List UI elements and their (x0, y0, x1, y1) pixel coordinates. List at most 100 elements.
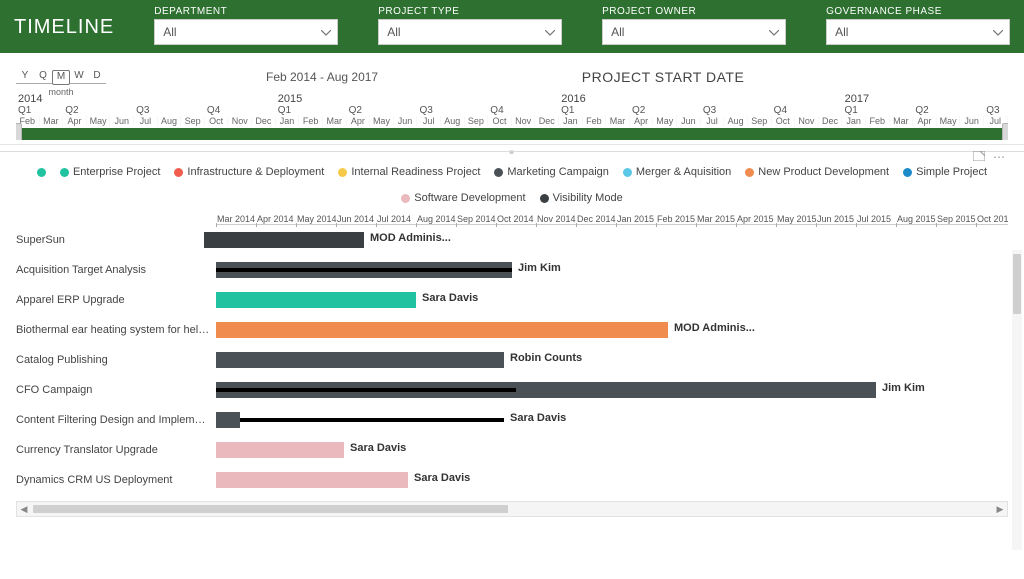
legend-item[interactable]: Software Development (401, 192, 525, 204)
quarter-label: Q4 (488, 105, 559, 116)
gantt-bar-area: MOD Adminis... (216, 315, 1008, 345)
gantt-bar[interactable]: Sara Davis (216, 442, 344, 458)
pane-divider[interactable]: ≡ ⋯ (0, 151, 1024, 152)
gantt-bar-area: Sara Davis (216, 465, 1008, 495)
legend: Enterprise Project Infrastructure & Deplo… (16, 162, 1008, 214)
granularity-option-d[interactable]: D (88, 70, 106, 84)
month-label: May (370, 116, 394, 126)
legend-item[interactable]: Marketing Campaign (494, 166, 609, 178)
granularity-option-w[interactable]: W (70, 70, 88, 84)
project-name: CFO Campaign (16, 384, 216, 396)
month-label: Jun (394, 116, 418, 126)
legend-item[interactable] (37, 166, 46, 178)
gantt-bar-area: Jim Kim (216, 375, 1008, 405)
gantt-row: Content Filtering Design and Implementa.… (16, 405, 1008, 435)
bar-owner-label: MOD Adminis... (674, 322, 755, 334)
legend-swatch (174, 168, 183, 177)
gantt-month-label: Dec 2014 (576, 214, 616, 225)
quarter-label: Q1 (843, 105, 914, 116)
filter-select-department[interactable]: All (154, 19, 338, 45)
bar-owner-label: Robin Counts (510, 352, 582, 364)
legend-item[interactable]: Simple Project (903, 166, 987, 178)
gantt-month-label: May 2014 (296, 214, 336, 225)
gantt-month-label: Sep 2015 (936, 214, 976, 225)
legend-item[interactable]: Infrastructure & Deployment (174, 166, 324, 178)
month-label: Jul (134, 116, 158, 126)
gantt-bar[interactable]: Robin Counts (216, 352, 504, 368)
granularity-picker[interactable]: YQMmonthWD (16, 70, 106, 85)
year-label: 2017 (843, 93, 1008, 105)
filter-select-project-owner[interactable]: All (602, 19, 786, 45)
quarter-label: Q2 (63, 105, 134, 116)
scroll-thumb[interactable] (33, 505, 508, 513)
scroll-left-icon[interactable]: ◀ (17, 504, 31, 515)
chevron-down-icon (769, 25, 779, 39)
scroll-right-icon[interactable]: ▶ (993, 504, 1007, 515)
filter-select-project-type[interactable]: All (378, 19, 562, 45)
bar-owner-label: Sara Davis (414, 472, 470, 484)
legend-swatch (623, 168, 632, 177)
header-bar: TIMELINE DEPARTMENT All PROJECT TYPE All… (0, 0, 1024, 53)
filter-value: All (163, 25, 176, 39)
gantt-row: Acquisition Target AnalysisJim Kim (16, 255, 1008, 285)
project-name: Biothermal ear heating system for helmet… (16, 324, 216, 336)
legend-item[interactable]: Enterprise Project (60, 166, 160, 178)
month-label: Sep (748, 116, 772, 126)
granularity-option-m[interactable]: Mmonth (52, 70, 70, 85)
legend-label: New Product Development (758, 166, 889, 178)
legend-swatch (338, 168, 347, 177)
month-label: Sep (181, 116, 205, 126)
gantt-bar[interactable]: Sara Davis (216, 472, 408, 488)
legend-item[interactable]: Merger & Aquisition (623, 166, 731, 178)
time-axis: 2014201520162017 Q1Q2Q3Q4Q1Q2Q3Q4Q1Q2Q3Q… (16, 93, 1008, 140)
bar-owner-label: Sara Davis (510, 412, 566, 424)
legend-item[interactable]: New Product Development (745, 166, 889, 178)
filter-select-governance-phase[interactable]: All (826, 19, 1010, 45)
granularity-option-q[interactable]: Q (34, 70, 52, 84)
gantt-month-label: Jul 2015 (856, 214, 896, 225)
month-label: Jul (701, 116, 725, 126)
month-label: Aug (441, 116, 465, 126)
vertical-scrollbar[interactable] (1012, 250, 1022, 550)
scroll-thumb[interactable] (1013, 254, 1021, 314)
gantt-bar[interactable]: Sara Davis (216, 292, 416, 308)
month-label: Aug (724, 116, 748, 126)
gantt-row: Biothermal ear heating system for helmet… (16, 315, 1008, 345)
slider-handle-left[interactable] (16, 123, 22, 140)
project-name: Dynamics CRM US Deployment (16, 474, 216, 486)
quarter-label: Q3 (984, 105, 1008, 116)
gantt-month-label: Apr 2014 (256, 214, 296, 225)
chevron-down-icon (545, 25, 555, 39)
month-label: Apr (913, 116, 937, 126)
horizontal-scrollbar[interactable]: ◀ ▶ (16, 501, 1008, 517)
month-label: Apr (630, 116, 654, 126)
bar-owner-label: Jim Kim (882, 382, 925, 394)
month-label: May (653, 116, 677, 126)
gantt-row: Apparel ERP UpgradeSara Davis (16, 285, 1008, 315)
timeline-slicer: YQMmonthWD Feb 2014 - Aug 2017 PROJECT S… (0, 53, 1024, 145)
gantt-month-label: May 2015 (776, 214, 816, 225)
gantt-time-axis: Mar 2014Apr 2014May 2014Jun 2014Jul 2014… (216, 214, 1008, 225)
legend-item[interactable]: Internal Readiness Project (338, 166, 480, 178)
filter-value: All (835, 25, 848, 39)
month-label: Apr (347, 116, 371, 126)
gantt-row: Currency Translator UpgradeSara Davis (16, 435, 1008, 465)
gantt-bar-area: Sara Davis (216, 435, 1008, 465)
gantt-bar[interactable]: MOD Adminis... (216, 322, 668, 338)
legend-item[interactable]: Visibility Mode (540, 192, 623, 204)
quarter-label: Q2 (913, 105, 984, 116)
gantt-month-label: Sep 2014 (456, 214, 496, 225)
gantt-bar[interactable]: MOD Adminis... (204, 232, 364, 248)
gantt-bar[interactable] (216, 412, 240, 428)
granularity-option-y[interactable]: Y (16, 70, 34, 84)
slider-handle-right[interactable] (1002, 123, 1008, 140)
gantt-month-label: Mar 2014 (216, 214, 256, 225)
range-slider[interactable] (16, 128, 1008, 140)
legend-label: Visibility Mode (553, 192, 623, 204)
gantt-month-label: Apr 2015 (736, 214, 776, 225)
bar-owner-label: MOD Adminis... (370, 232, 451, 244)
year-label: 2014 (16, 93, 276, 105)
month-label: May (87, 116, 111, 126)
month-label: Mar (40, 116, 64, 126)
project-name: Currency Translator Upgrade (16, 444, 216, 456)
